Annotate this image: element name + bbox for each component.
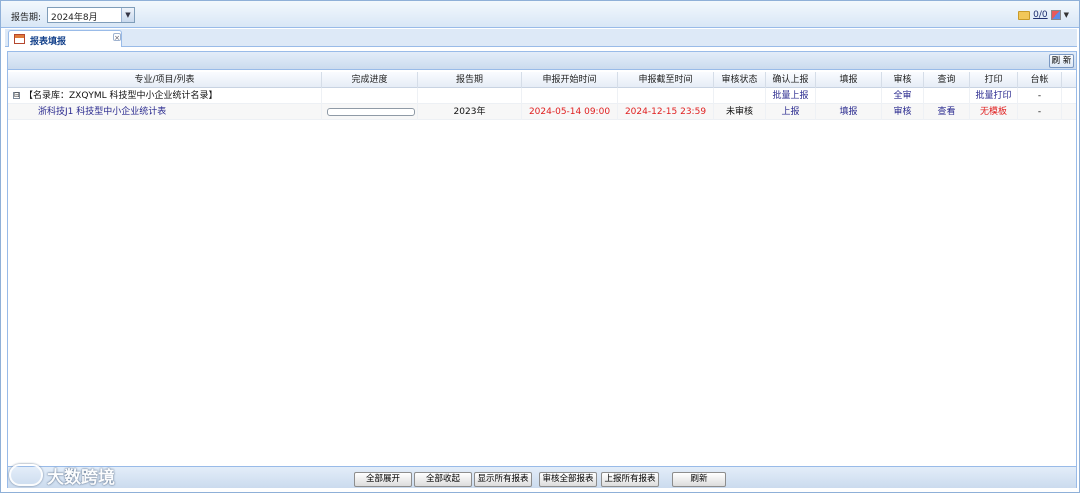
column-header[interactable]: 审核 [882,72,924,88]
column-header[interactable]: 台帐 [1018,72,1062,88]
tray: 0/0 ▼ [1018,9,1069,21]
column-header[interactable]: 填报 [816,72,882,88]
refresh-button[interactable]: 刷 新 [1049,54,1074,68]
group-name: 【名录库：ZXQYML 科技型中小企业统计名录】 [24,91,218,101]
empty-cell [418,88,522,104]
period-select[interactable]: 2024年8月 ▼ [47,7,135,23]
panel-toolbar: 刷 新 [8,52,1076,70]
column-header[interactable]: 报告期 [418,72,522,88]
grid-header: 专业/项目/列表 完成进度 报告期 申报开始时间 申报截至时间 审核状态 确认上… [8,72,1076,88]
column-header[interactable]: 查询 [924,72,970,88]
batch-print-link[interactable]: 批量打印 [970,88,1018,104]
period-cell: 2023年 [418,104,522,120]
column-header[interactable]: 完成进度 [322,72,418,88]
ledger-cell: - [1018,88,1062,104]
start-time-cell: 2024-05-14 09:00 [522,104,618,120]
view-link[interactable]: 查看 [924,104,970,120]
submit-all-reports-button[interactable]: 上报所有报表 [601,472,659,487]
close-icon[interactable]: × [113,33,121,42]
period-value: 2024年8月 [51,13,98,23]
report-grid: 专业/项目/列表 完成进度 报告期 申报开始时间 申报截至时间 审核状态 确认上… [8,72,1076,120]
submit-link[interactable]: 上报 [766,104,816,120]
batch-submit-link[interactable]: 批量上报 [766,88,816,104]
progress-bar [327,108,415,116]
report-panel: 刷 新 专业/项目/列表 完成进度 报告期 申报开始时间 申报截至时间 审核状态… [7,51,1077,488]
status-cell: 未审核 [714,104,766,120]
empty-cell [714,88,766,104]
column-header[interactable]: 申报截至时间 [618,72,714,88]
end-time-cell: 2024-12-15 23:59 [618,104,714,120]
app-window: 报告期: 2024年8月 ▼ 0/0 ▼ 报表填报 × 刷 新 专业/项目/列表… [0,0,1080,493]
column-header[interactable]: 专业/项目/列表 [8,72,322,88]
refresh-bottom-button[interactable]: 刷新 [672,472,726,487]
column-header[interactable]: 打印 [970,72,1018,88]
review-link[interactable]: 审核 [882,104,924,120]
column-header[interactable]: 确认上报 [766,72,816,88]
report-name[interactable]: 浙科技J1 科技型中小企业统计表 [8,104,322,120]
watermark-text: 大数跨境 [47,467,115,488]
period-label: 报告期: [11,13,42,23]
empty-cell [522,88,618,104]
collapse-all-button[interactable]: 全部收起 [414,472,472,487]
empty-cell [618,88,714,104]
watermark-logo-icon [9,464,43,486]
review-all-link[interactable]: 全审 [882,88,924,104]
review-all-reports-button[interactable]: 审核全部报表 [539,472,597,487]
top-bar: 报告期: 2024年8月 ▼ 0/0 ▼ [1,1,1079,28]
theme-dropdown-icon[interactable]: ▼ [1064,11,1069,19]
empty-cell [322,88,418,104]
theme-icon[interactable] [1050,10,1061,20]
empty-cell [816,88,882,104]
folder-icon[interactable] [1018,10,1031,20]
bottom-toolbar: 全部展开 全部收起 显示所有报表 审核全部报表 上报所有报表 刷新 [8,466,1076,488]
tab-label: 报表填报 [30,37,67,47]
fill-link[interactable]: 填报 [816,104,882,120]
column-header[interactable]: 审核状态 [714,72,766,88]
report-icon [14,34,25,44]
expand-all-button[interactable]: 全部展开 [354,472,412,487]
empty-cell [924,88,970,104]
watermark: 大数跨境 [9,460,115,490]
chevron-down-icon[interactable]: ▼ [121,8,134,22]
progress-cell [322,104,418,120]
message-count-link[interactable]: 0/0 [1033,10,1047,20]
print-cell: 无模板 [970,104,1018,120]
table-row: 浙科技J1 科技型中小企业统计表 2023年 2024-05-14 09:00 … [8,104,1076,120]
tab-strip: 报表填报 × [5,29,1077,47]
column-header[interactable]: 申报开始时间 [522,72,618,88]
show-all-reports-button[interactable]: 显示所有报表 [474,472,532,487]
tab-report-fill[interactable]: 报表填报 × [8,30,122,47]
ledger-cell: - [1018,104,1062,120]
collapse-icon[interactable]: ⊟ [13,92,20,99]
group-name-cell: ⊟ 【名录库：ZXQYML 科技型中小企业统计名录】 [8,88,322,104]
table-row-group: ⊟ 【名录库：ZXQYML 科技型中小企业统计名录】 批量上报 全审 批量打印 … [8,88,1076,104]
